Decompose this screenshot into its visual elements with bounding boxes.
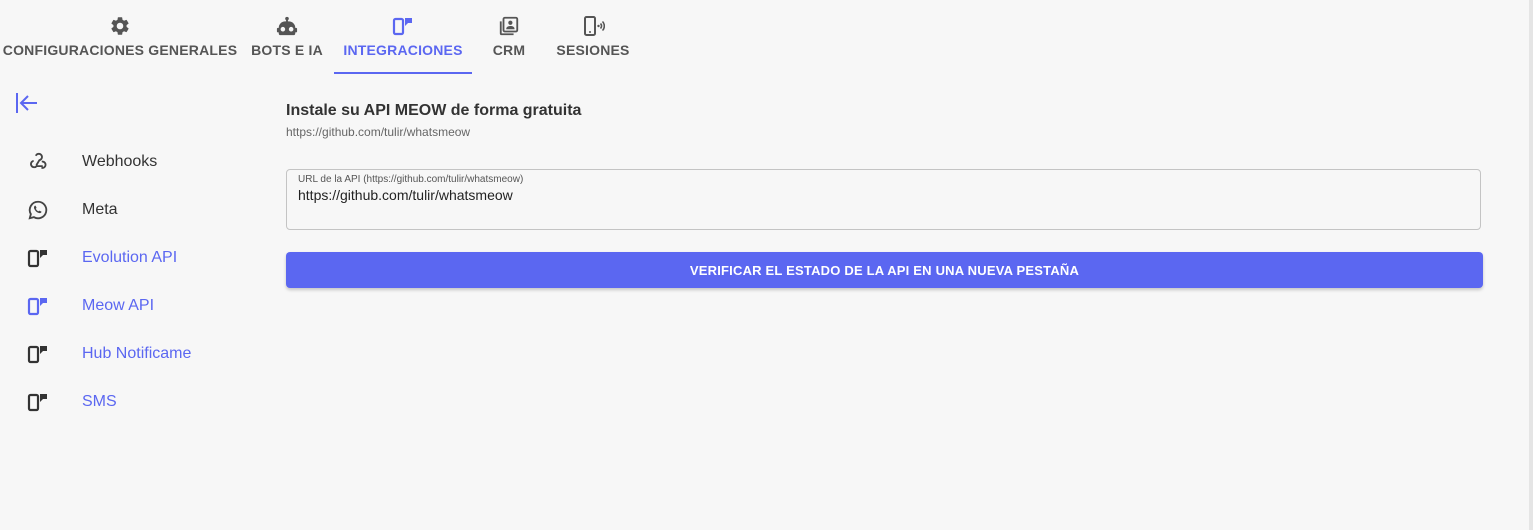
- gear-icon: [108, 14, 132, 38]
- api-url-field[interactable]: URL de la API (https://github.com/tulir/…: [286, 169, 1481, 230]
- robot-icon: [275, 14, 299, 38]
- devices-icon: [26, 390, 50, 414]
- tab-label: CRM: [492, 42, 526, 58]
- sidebar-item-webhooks[interactable]: Webhooks: [0, 140, 240, 184]
- api-url-input[interactable]: [298, 187, 1458, 203]
- sidebar-item-label: Evolution API: [82, 249, 178, 266]
- sidebar-item-label: SMS: [82, 393, 117, 410]
- sidebar-item-label: Meta: [82, 201, 118, 218]
- tab-integraciones[interactable]: INTEGRACIONES: [334, 0, 472, 74]
- verify-api-button[interactable]: VERIFICAR EL ESTADO DE LA API EN UNA NUE…: [286, 252, 1483, 288]
- page-subtitle: https://github.com/tulir/whatsmeow: [286, 125, 471, 139]
- devices-icon: [26, 342, 50, 366]
- settings-tabs: CONFIGURACIONES GENERALES BOTS E IA INTE…: [0, 0, 700, 76]
- arrow-left-to-bar-icon: [14, 93, 40, 120]
- api-url-label: URL de la API (https://github.com/tulir/…: [298, 174, 524, 185]
- devices-icon: [26, 294, 50, 318]
- contacts-icon: [497, 14, 521, 38]
- active-tab-indicator: [334, 72, 472, 74]
- sidebar-item-meta[interactable]: Meta: [0, 188, 240, 232]
- tab-bots-e-ia[interactable]: BOTS E IA: [248, 0, 326, 74]
- devices-icon: [26, 246, 50, 270]
- sidebar-item-hub-notificame[interactable]: Hub Notificame: [0, 332, 240, 376]
- tab-label: INTEGRACIONES: [343, 42, 463, 58]
- tab-sesiones[interactable]: SESIONES: [556, 0, 630, 74]
- tab-crm[interactable]: CRM: [484, 0, 534, 74]
- collapse-sidebar-button[interactable]: [14, 90, 40, 116]
- page-title: Instale su API MEOW de forma gratuita: [286, 102, 582, 119]
- sidebar-item-evolution-api[interactable]: Evolution API: [0, 236, 240, 280]
- tab-configuraciones-generales[interactable]: CONFIGURACIONES GENERALES: [3, 0, 237, 74]
- devices-icon: [391, 14, 415, 38]
- tab-label: BOTS E IA: [251, 42, 323, 58]
- whatsapp-icon: [26, 198, 50, 222]
- sidebar-item-sms[interactable]: SMS: [0, 380, 240, 424]
- tab-label: SESIONES: [556, 42, 630, 58]
- scrollbar-track[interactable]: [1529, 0, 1533, 530]
- sidebar-item-meow-api[interactable]: Meow API: [0, 284, 240, 328]
- sidebar-item-label: Meow API: [82, 297, 155, 314]
- webhook-icon: [26, 150, 50, 174]
- sidebar-item-label: Webhooks: [82, 153, 158, 170]
- phone-signal-icon: [581, 14, 605, 38]
- tab-label: CONFIGURACIONES GENERALES: [2, 42, 238, 58]
- sidebar-item-label: Hub Notificame: [82, 345, 192, 362]
